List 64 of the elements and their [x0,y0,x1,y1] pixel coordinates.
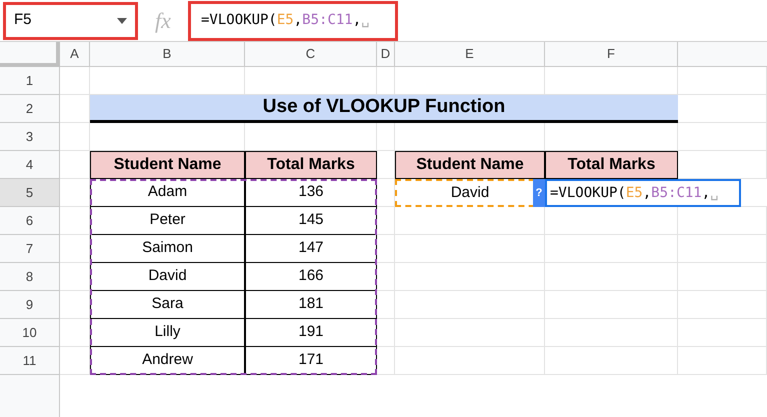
grid-cell[interactable] [678,67,767,95]
grid-cell[interactable] [545,347,678,375]
grid-cell[interactable] [395,235,545,263]
grid-cell[interactable] [545,263,678,291]
table-cell: 171 [245,347,377,375]
column-header[interactable]: D [377,42,395,67]
grid-cell[interactable] [678,263,767,291]
column-header[interactable]: E [395,42,545,67]
row-header[interactable]: 1 [0,67,60,95]
column-header[interactable]: F [545,42,678,67]
grid-cell[interactable] [60,123,90,151]
column-heading: Total Marks [245,151,377,179]
row-header[interactable]: 2 [0,95,60,123]
column-header[interactable]: C [245,42,377,67]
name-box[interactable]: F5 [3,2,138,40]
formula-field[interactable]: =VLOOKUP(E5,B5:C11,␣ [188,0,398,40]
table-cell: Andrew [90,347,245,375]
table-cell: Sara [90,291,245,319]
table-cell: 181 [245,291,377,319]
row-header[interactable]: 4 [0,151,60,179]
column-heading: Total Marks [545,151,678,179]
table-cell: 147 [245,235,377,263]
table-cell: 145 [245,207,377,235]
table-cell: Peter [90,207,245,235]
select-all-corner[interactable] [0,42,60,67]
table-cell: 166 [245,263,377,291]
table-cell: Lilly [90,319,245,347]
dropdown-caret-icon [117,18,127,24]
row-header[interactable] [0,375,60,417]
row-header[interactable]: 7 [0,235,60,263]
column-header[interactable] [678,42,767,67]
column-header[interactable]: A [60,42,90,67]
cell-editor-field[interactable]: =VLOOKUP(E5,B5:C11,␣ [545,179,741,207]
row-header[interactable]: 5 [0,179,60,207]
function-icon: fx [155,4,171,37]
grid-cell[interactable] [545,235,678,263]
grid-cell[interactable] [678,347,767,375]
row-header[interactable]: 10 [0,319,60,347]
sheet-title: Use of VLOOKUP Function [90,95,678,123]
row-header[interactable]: 9 [0,291,60,319]
grid-cell[interactable] [678,319,767,347]
grid-cell[interactable] [395,347,545,375]
table-cell: David [90,263,245,291]
table-cell: 191 [245,319,377,347]
grid-cell[interactable] [545,319,678,347]
table-cell: 136 [245,179,377,207]
row-header[interactable]: 6 [0,207,60,235]
column-heading: Student Name [90,151,245,179]
table-cell: Saimon [90,235,245,263]
table-cell: Adam [90,179,245,207]
grid-cell[interactable] [678,291,767,319]
row-header[interactable]: 8 [0,263,60,291]
grid-cell[interactable] [395,291,545,319]
column-heading: Student Name [395,151,545,179]
grid-cell[interactable] [395,263,545,291]
grid-cell[interactable] [678,235,767,263]
help-button[interactable]: ? [533,179,545,207]
row-header[interactable]: 11 [0,347,60,375]
grid-cell[interactable] [545,291,678,319]
column-header[interactable]: B [90,42,245,67]
grid-cell[interactable] [60,67,90,95]
row-header[interactable]: 3 [0,123,60,151]
grid-cell[interactable] [678,123,767,151]
grid-cell[interactable] [395,319,545,347]
